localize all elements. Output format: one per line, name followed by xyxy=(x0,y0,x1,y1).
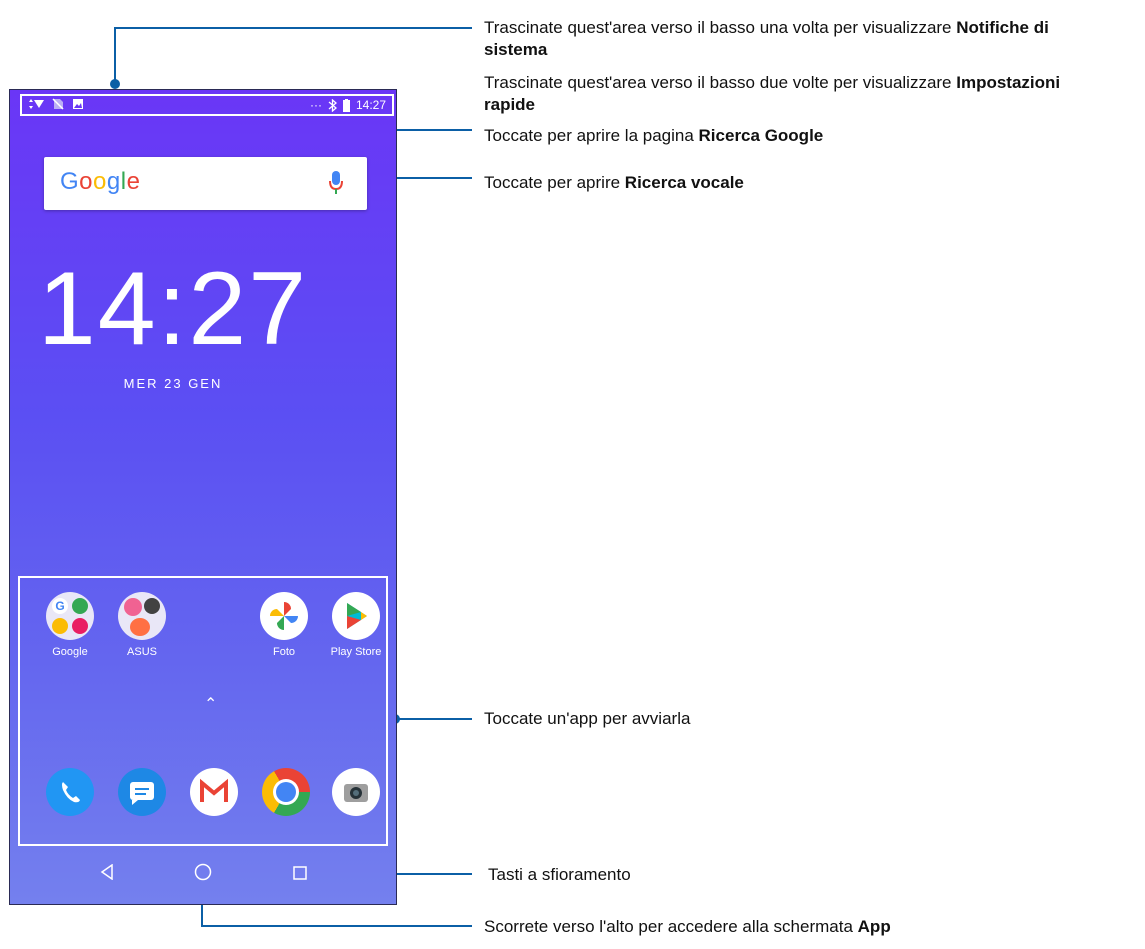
status-time: 14:27 xyxy=(355,98,386,112)
dock-phone[interactable] xyxy=(40,768,100,822)
label-bold: rapide xyxy=(484,95,536,114)
label-text: Toccate un'app per avviarla xyxy=(484,709,691,728)
mobile-manager-icon xyxy=(130,618,150,636)
app-area: G Google ASUS Foto Play Store ⌃ xyxy=(18,576,388,846)
more-icon: ··· xyxy=(309,98,322,112)
label-text: Toccate per aprire xyxy=(484,173,625,192)
label-bold: Ricerca Google xyxy=(698,126,824,145)
label-text: Tasti a sfioramento xyxy=(488,865,631,884)
dock-messages[interactable] xyxy=(112,768,172,822)
label-system-notifications: Trascinate quest'area verso il basso una… xyxy=(484,17,1139,61)
logo-letter: o xyxy=(79,168,94,195)
phone-screen: ··· 14:27 Google 14:27 MER 23 GEN G Goog… xyxy=(10,90,396,904)
messages-icon xyxy=(118,768,166,816)
app-label: ASUS xyxy=(127,646,157,658)
recent-square-icon xyxy=(293,866,307,880)
status-icons-left xyxy=(28,98,84,110)
no-sim-icon xyxy=(52,98,64,110)
logo-letter: g xyxy=(106,168,121,195)
app-asus-folder[interactable]: ASUS xyxy=(112,592,172,658)
microphone-icon[interactable] xyxy=(329,171,343,195)
play-store-icon xyxy=(332,592,380,640)
status-icons-right: ··· 14:27 xyxy=(310,98,386,112)
logo-letter: G xyxy=(60,168,80,195)
label-bold: Ricerca vocale xyxy=(624,173,744,192)
dock-chrome[interactable] xyxy=(256,768,316,822)
asus-folder-icon xyxy=(118,592,166,640)
google-app-icon: G xyxy=(52,598,68,614)
gmail-m-icon xyxy=(200,778,228,802)
back-button[interactable] xyxy=(100,863,114,885)
logo-letter: o xyxy=(93,168,107,195)
maps-app-icon xyxy=(72,598,88,614)
label-google-search: Toccate per aprire la pagina Ricerca Goo… xyxy=(484,125,823,147)
home-button[interactable] xyxy=(194,863,212,886)
photos-pinwheel-icon xyxy=(270,602,298,630)
camera-icon xyxy=(332,768,380,816)
play-books-app-icon xyxy=(72,618,88,634)
navigation-bar xyxy=(10,846,396,904)
handset-icon xyxy=(62,782,80,803)
radio-app-icon xyxy=(144,598,160,614)
app-google-folder[interactable]: G Google xyxy=(40,592,100,658)
chrome-icon xyxy=(262,768,310,816)
play-triangle-icon xyxy=(347,603,367,629)
back-triangle-icon xyxy=(100,863,113,881)
play-movies-app-icon xyxy=(52,618,68,634)
home-circle-icon xyxy=(194,863,212,881)
label-text: Toccate per aprire la pagina xyxy=(484,126,699,145)
label-voice-search: Toccate per aprire Ricerca vocale xyxy=(484,172,744,194)
app-drawer-chevron-up-icon[interactable]: ⌃ xyxy=(204,694,217,714)
google-folder-icon: G xyxy=(46,592,94,640)
recent-apps-button[interactable] xyxy=(293,864,307,885)
battery-icon xyxy=(342,98,350,112)
label-text: Trascinate quest'area verso il basso due… xyxy=(484,73,957,92)
app-label: Play Store xyxy=(330,646,382,658)
bluetooth-icon xyxy=(328,98,337,112)
label-launch-app: Toccate un'app per avviarla xyxy=(484,708,690,730)
dock-camera[interactable] xyxy=(326,768,386,822)
phone-icon xyxy=(46,768,94,816)
clock-widget-date: MER 23 GEN xyxy=(123,376,223,391)
data-arrows-icon xyxy=(29,99,44,109)
leader-status-bar xyxy=(114,27,472,84)
label-bold: Impostazioni xyxy=(956,73,1061,92)
label-bold: sistema xyxy=(484,40,548,59)
sound-recorder-icon xyxy=(124,598,142,616)
marker-status-bar xyxy=(110,79,120,89)
label-bold: Notifiche di xyxy=(956,18,1049,37)
dock-gmail[interactable] xyxy=(184,768,244,822)
label-bold: App xyxy=(857,917,891,936)
app-play-store[interactable]: Play Store xyxy=(326,592,386,658)
app-label: Foto xyxy=(272,646,295,658)
photos-icon xyxy=(260,592,308,640)
camera-lens-icon xyxy=(344,784,368,802)
label-touch-keys: Tasti a sfioramento xyxy=(488,864,631,886)
google-logo: Google xyxy=(60,168,140,196)
label-quick-settings: Trascinate quest'area verso il basso due… xyxy=(484,72,1139,116)
chat-bubble-icon xyxy=(130,782,154,805)
chrome-center-icon xyxy=(276,782,296,802)
label-text: Trascinate quest'area verso il basso una… xyxy=(484,18,957,37)
app-label: Google xyxy=(52,646,88,658)
image-notification-icon xyxy=(73,99,83,109)
clock-widget-time[interactable]: 14:27 xyxy=(10,250,336,369)
label-swipe-up: Scorrete verso l'alto per accedere alla … xyxy=(484,916,891,938)
label-text: Scorrete verso l'alto per accedere alla … xyxy=(484,917,858,936)
google-search-bar[interactable]: Google xyxy=(44,157,367,210)
logo-letter: e xyxy=(126,168,141,195)
gmail-icon xyxy=(190,768,238,816)
app-photos[interactable]: Foto xyxy=(254,592,314,658)
status-bar[interactable]: ··· 14:27 xyxy=(20,94,394,116)
